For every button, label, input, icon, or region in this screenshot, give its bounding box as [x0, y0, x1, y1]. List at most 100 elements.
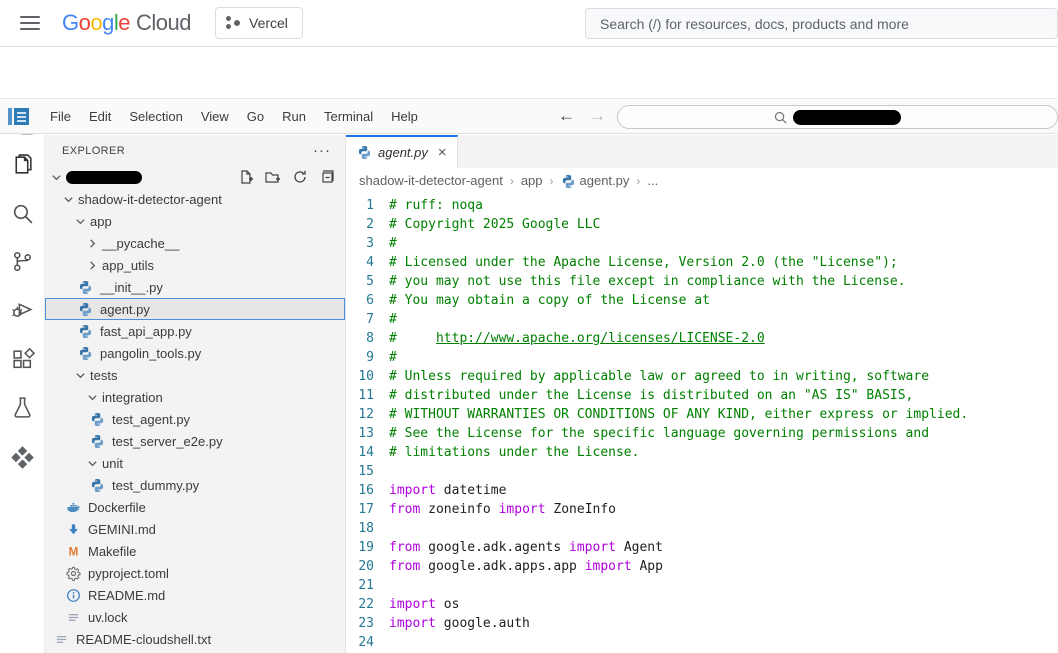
beaker-icon[interactable] [10, 395, 35, 420]
files-icon[interactable] [10, 153, 35, 178]
editor-group: agent.py × shadow-it-detector-agent›app›… [345, 135, 1058, 653]
cloud-code-icon[interactable] [10, 445, 35, 470]
navigate-back-icon[interactable]: ← [558, 106, 575, 126]
project-selector-button[interactable]: Vercel [215, 7, 303, 39]
menu-item-terminal[interactable]: Terminal [315, 104, 382, 129]
code-token: # [389, 331, 436, 346]
tree-file-pyproject.toml[interactable]: pyproject.toml [45, 562, 345, 584]
tree-folder-shadow-it-detector-agent[interactable]: shadow-it-detector-agent [45, 188, 345, 210]
python-icon [357, 145, 372, 160]
google-cloud-logo[interactable]: Google Cloud [62, 10, 191, 36]
tree-file-uv.lock[interactable]: uv.lock [45, 606, 345, 628]
collapse-all-icon[interactable] [319, 169, 335, 185]
code-token: ZoneInfo [546, 502, 616, 517]
tree-folder-__pycache__[interactable]: __pycache__ [45, 232, 345, 254]
code-token: datetime [436, 483, 506, 498]
line-number: 22 [346, 595, 389, 614]
menu-item-view[interactable]: View [192, 104, 238, 129]
breadcrumb-separator: › [510, 174, 514, 188]
tree-file-__init__.py[interactable]: __init__.py [45, 276, 345, 298]
google-logo-letter: G [62, 10, 79, 35]
menu-item-go[interactable]: Go [238, 104, 273, 129]
cloud-logo-text: Cloud [136, 10, 191, 36]
command-search-box[interactable] [617, 105, 1058, 129]
tree-item-label: Dockerfile [88, 500, 146, 515]
tree-item-label: __init__.py [100, 280, 163, 295]
menu-item-selection[interactable]: Selection [120, 104, 191, 129]
global-search-bar[interactable] [585, 8, 1058, 39]
tree-file-test_dummy.py[interactable]: test_dummy.py [45, 474, 345, 496]
code-text: from google.adk.apps.app import App [389, 557, 663, 576]
code-line: 4# Licensed under the Apache License, Ve… [346, 253, 1058, 272]
hamburger-menu-icon[interactable] [20, 16, 40, 30]
code-editor[interactable]: 1# ruff: noqa2# Copyright 2025 Google LL… [346, 193, 1058, 653]
code-line: 16import datetime [346, 481, 1058, 500]
line-number: 4 [346, 253, 389, 272]
code-line: 8# http://www.apache.org/licenses/LICENS… [346, 329, 1058, 348]
tree-item-label: test_server_e2e.py [112, 434, 223, 449]
tree-file-README.md[interactable]: README.md [45, 584, 345, 606]
explorer-more-actions-icon[interactable]: ··· [313, 147, 331, 155]
breadcrumb-segment[interactable]: shadow-it-detector-agent [359, 173, 503, 188]
code-token: import [389, 597, 436, 612]
python-icon [561, 174, 575, 188]
breadcrumb-segment[interactable]: app [521, 173, 543, 188]
tree-file-Makefile[interactable]: MMakefile [45, 540, 345, 562]
search-icon[interactable] [10, 201, 35, 226]
tree-file-test_agent.py[interactable]: test_agent.py [45, 408, 345, 430]
menu-item-edit[interactable]: Edit [80, 104, 120, 129]
line-number: 7 [346, 310, 389, 329]
tree-file-test_server_e2e.py[interactable]: test_server_e2e.py [45, 430, 345, 452]
breadcrumb-segment[interactable]: ... [647, 173, 658, 188]
line-number: 2 [346, 215, 389, 234]
line-number: 19 [346, 538, 389, 557]
refresh-icon[interactable] [292, 169, 308, 185]
docker-icon [65, 499, 81, 515]
code-token: # [389, 312, 397, 327]
code-line: 12# WITHOUT WARRANTIES OR CONDITIONS OF … [346, 405, 1058, 424]
code-token: zoneinfo [420, 502, 498, 517]
tree-folder-app[interactable]: app [45, 210, 345, 232]
code-line: 13# See the License for the specific lan… [346, 424, 1058, 443]
global-search-input[interactable] [586, 9, 1057, 38]
new-file-icon[interactable] [238, 169, 254, 185]
tree-item-label: agent.py [100, 302, 150, 317]
code-line: 9# [346, 348, 1058, 367]
git-branch-icon[interactable] [10, 249, 35, 274]
code-text: # you may not use this file except in co… [389, 272, 906, 291]
tree-folder-integration[interactable]: integration [45, 386, 345, 408]
chevron-right-icon [84, 235, 100, 251]
new-folder-icon[interactable] [265, 169, 281, 185]
line-number: 3 [346, 234, 389, 253]
tree-item-label: README-cloudshell.txt [76, 632, 211, 647]
tree-file-pangolin_tools.py[interactable]: pangolin_tools.py [45, 342, 345, 364]
code-line: 1# ruff: noqa [346, 196, 1058, 215]
tree-file-agent.py[interactable]: agent.py [45, 298, 345, 320]
debug-icon[interactable] [10, 297, 35, 322]
code-token: # Copyright 2025 Google LLC [389, 217, 600, 232]
tree-file-Dockerfile[interactable]: Dockerfile [45, 496, 345, 518]
code-text: # Unless required by applicable law or a… [389, 367, 929, 386]
tree-file-GEMINI.md[interactable]: GEMINI.md [45, 518, 345, 540]
editor-tab-bar: agent.py × [346, 135, 1058, 168]
menu-item-file[interactable]: File [41, 104, 80, 129]
tree-file-README-cloudshell.txt[interactable]: README-cloudshell.txt [45, 628, 345, 650]
tree-folder-tests[interactable]: tests [45, 364, 345, 386]
tab-agent-py[interactable]: agent.py × [346, 135, 458, 168]
cloud-shell-header: CLOUD SHELL Editor [0, 48, 1058, 99]
code-text: # [389, 234, 397, 253]
tree-folder-root[interactable] [45, 166, 345, 188]
tree-folder-unit[interactable]: unit [45, 452, 345, 474]
extensions-icon[interactable] [10, 347, 35, 372]
tree-item-label: tests [90, 368, 117, 383]
tree-folder-app_utils[interactable]: app_utils [45, 254, 345, 276]
menu-item-run[interactable]: Run [273, 104, 315, 129]
navigate-forward-icon[interactable]: → [589, 106, 606, 126]
tree-file-fast_api_app.py[interactable]: fast_api_app.py [45, 320, 345, 342]
google-logo-letter: e [118, 10, 130, 35]
close-tab-icon[interactable]: × [438, 145, 447, 160]
gear-icon [65, 565, 81, 581]
breadcrumb-segment[interactable]: agent.py [561, 173, 630, 188]
line-number: 1 [346, 196, 389, 215]
menu-item-help[interactable]: Help [382, 104, 427, 129]
